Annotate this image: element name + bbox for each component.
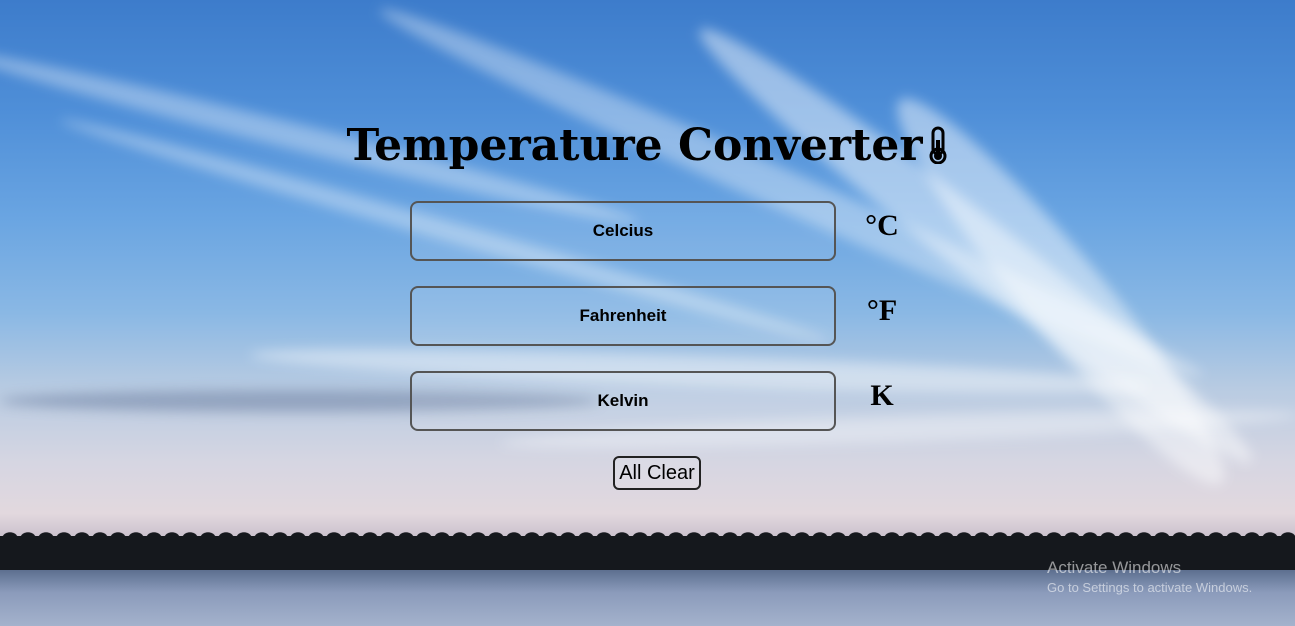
watermark-title: Activate Windows bbox=[1047, 558, 1182, 577]
celsius-row: °C bbox=[410, 201, 1010, 261]
celsius-input[interactable] bbox=[410, 201, 836, 261]
kelvin-row: K bbox=[410, 371, 1010, 431]
fahrenheit-unit-label: °F bbox=[866, 294, 898, 327]
kelvin-input[interactable] bbox=[410, 371, 836, 431]
all-clear-button[interactable]: All Clear bbox=[613, 456, 701, 490]
windows-activation-watermark: Activate Windows Go to Settings to activ… bbox=[1047, 558, 1252, 595]
celsius-unit-label: °C bbox=[865, 209, 899, 242]
thermometer-icon bbox=[927, 124, 949, 175]
kelvin-unit-label: K bbox=[870, 379, 894, 412]
fahrenheit-input[interactable] bbox=[410, 286, 836, 346]
fahrenheit-row: °F bbox=[410, 286, 1010, 346]
watermark-subtitle: Go to Settings to activate Windows. bbox=[1047, 580, 1253, 595]
page-title-text: Temperature Converter bbox=[346, 120, 923, 171]
page-title: Temperature Converter bbox=[0, 120, 1295, 175]
